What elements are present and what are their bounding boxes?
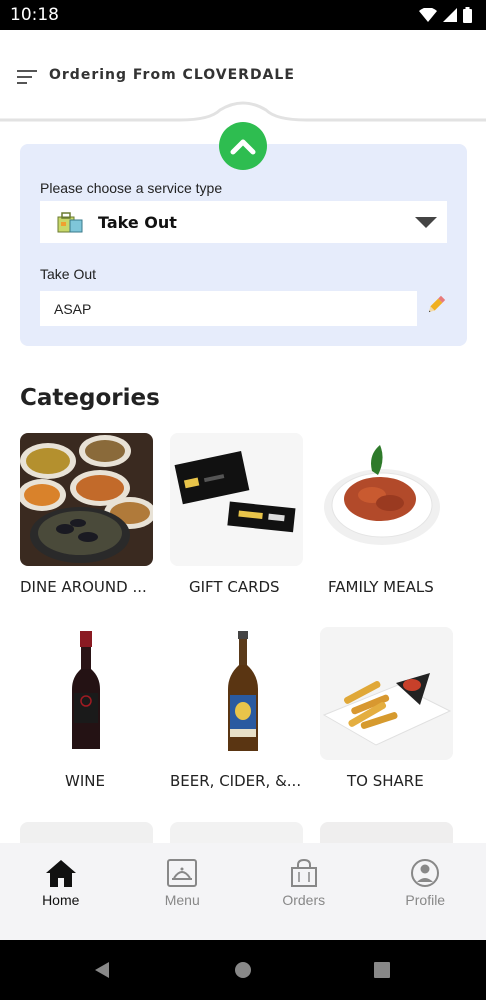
dropdown-arrow-icon <box>415 217 437 228</box>
category-label: GIFT CARDS <box>189 578 280 596</box>
nav-item-menu[interactable]: Menu <box>122 843 244 940</box>
appetizer-image <box>320 627 453 760</box>
category-tile-wine[interactable]: WINE <box>20 627 170 790</box>
profile-icon <box>411 859 440 887</box>
wine-bottle-image <box>20 627 153 760</box>
categories-title: Categories <box>20 385 160 411</box>
beer-bottle-image <box>170 627 303 760</box>
category-image <box>170 433 303 566</box>
category-tile-beer-cider[interactable]: BEER, CIDER, &... <box>170 627 320 790</box>
home-circle-icon[interactable] <box>234 961 252 979</box>
status-time: 10:18 <box>10 5 59 25</box>
service-type-select[interactable]: Take Out <box>40 201 447 243</box>
nav-label: Profile <box>405 892 446 908</box>
header-title: Ordering From CLOVERDALE <box>49 67 295 83</box>
category-tile-family-meals[interactable]: FAMILY MEALS <box>320 433 470 596</box>
takeout-bag-icon <box>57 212 83 233</box>
status-bar: 10:18 <box>0 0 486 30</box>
chevron-up-icon <box>230 139 256 155</box>
category-image <box>20 433 153 566</box>
nav-item-orders[interactable]: Orders <box>243 843 365 940</box>
nav-label: Menu <box>164 892 200 908</box>
category-tile-to-share[interactable]: TO SHARE <box>320 627 470 790</box>
category-label: TO SHARE <box>347 772 424 790</box>
home-icon <box>45 860 76 887</box>
category-label: FAMILY MEALS <box>328 578 434 596</box>
pasta-dish-image <box>320 433 453 566</box>
category-image <box>170 627 303 760</box>
category-image <box>320 433 453 566</box>
wifi-icon <box>419 8 437 22</box>
category-image <box>320 627 453 760</box>
signal-icon <box>443 8 457 22</box>
menu-icon[interactable] <box>17 69 37 85</box>
battery-icon <box>463 7 472 23</box>
service-type-label: Please choose a service type <box>40 180 223 196</box>
category-label: WINE <box>65 772 105 790</box>
nav-item-profile[interactable]: Profile <box>365 843 486 940</box>
category-tile-dine-around[interactable]: DINE AROUND ... <box>20 433 170 596</box>
recents-icon[interactable] <box>374 962 390 978</box>
shopping-bag-icon <box>290 858 317 887</box>
nav-label: Home <box>42 892 80 908</box>
back-icon[interactable] <box>93 961 111 979</box>
category-label: DINE AROUND ... <box>20 578 147 596</box>
bottom-nav: Home Menu Orders Profile <box>0 843 486 940</box>
takeout-time-field[interactable]: ASAP <box>40 291 417 326</box>
gift-cards-image <box>170 433 303 566</box>
pencil-icon[interactable] <box>425 294 447 316</box>
category-label: BEER, CIDER, &... <box>170 772 302 790</box>
category-image <box>20 627 153 760</box>
category-tile-gift-cards[interactable]: GIFT CARDS <box>170 433 320 596</box>
takeout-time-label: Take Out <box>40 266 97 282</box>
nav-label: Orders <box>282 892 326 908</box>
status-icons <box>419 7 472 23</box>
service-type-value: Take Out <box>98 212 177 232</box>
food-spread-image <box>20 433 153 566</box>
collapse-button[interactable] <box>219 122 267 170</box>
menu-tray-icon <box>167 859 198 887</box>
nav-item-home[interactable]: Home <box>0 843 122 940</box>
system-nav-bar <box>0 940 486 1000</box>
